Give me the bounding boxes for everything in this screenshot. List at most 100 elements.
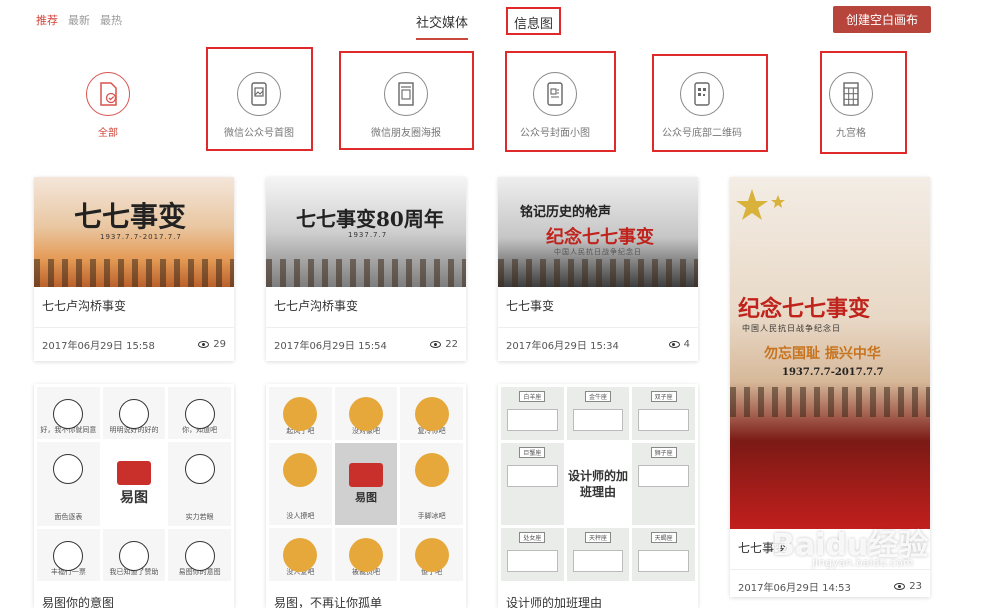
logo-icon	[116, 461, 151, 485]
grid-cell: 金牛座	[566, 387, 630, 441]
card-date: 2017年06月29日 14:53	[738, 583, 851, 594]
doc-check-icon	[86, 72, 130, 116]
card-date: 2017年06月29日 15:54	[274, 341, 387, 352]
template-thumbnail: 七七事变 1937.7.7-2017.7.7	[34, 177, 234, 287]
card-meta: 2017年06月29日 15:34 4	[498, 327, 698, 361]
grid-cell: 处女座	[501, 527, 564, 581]
grid-icon	[829, 72, 873, 116]
template-card[interactable]: 白羊座 金牛座 双子座 巨蟹座 设计师的加班理由 狮子座 处女座 天秤座 天蝎座…	[498, 384, 698, 608]
category-bottom-qr[interactable]: 公众号底部二维码	[647, 72, 757, 139]
grid-cell-center: 设计师的加班理由	[566, 443, 630, 525]
category-label: 全部	[98, 128, 118, 139]
thumbnail-line3: 勿忘国耻 振兴中华	[764, 346, 881, 362]
template-card[interactable]: 七七事变80周年 1937.7.7 七七卢沟桥事变 2017年06月29日 15…	[266, 177, 466, 361]
template-card[interactable]: 好，我不你就同意 明明说好的好的 你，知道吧 面色逐表 易图 实力若眼 丰福行一…	[34, 384, 234, 608]
category-label: 微信朋友圈海报	[371, 128, 441, 139]
cover-thumb-icon	[533, 72, 577, 116]
category-label: 微信公众号首图	[224, 128, 294, 139]
eye-icon	[668, 341, 680, 348]
create-blank-canvas-button[interactable]: 创建空白画布	[833, 6, 931, 33]
grid-cell: 好，我不你就同意	[37, 387, 100, 439]
view-count: 29	[198, 339, 226, 350]
category-label: 公众号封面小图	[520, 128, 590, 139]
thumbnail-line1: 铭记历史的枪声	[520, 205, 612, 220]
nine-grid-thumbnail: 起风了吧 没对象吧 复冷你吧 没人撩吧 易图 手脚冰吧 没人爱吧 被裁员吧 傻了…	[266, 384, 466, 584]
card-title: 易图你的意图	[42, 596, 115, 608]
thumbnail-subtitle: 1937.7.7	[348, 231, 388, 239]
grid-cell: 明明说好的好的	[102, 387, 166, 439]
thumbnail-subtitle: 1937.7.7-2017.7.7	[100, 233, 182, 241]
card-meta: 2017年06月29日 15:58 29	[34, 327, 234, 361]
grid-cell: 没对象吧	[334, 387, 398, 441]
card-date: 2017年06月29日 15:58	[42, 341, 155, 352]
category-label: 九宫格	[836, 128, 866, 139]
grid-cell: 白羊座	[501, 387, 564, 441]
card-title: 易图，不再让你孤单	[274, 596, 383, 608]
card-title: 设计师的加班理由	[506, 596, 603, 608]
category-all[interactable]: 全部	[53, 72, 163, 139]
thumbnail-line4: 1937.7.7-2017.7.7	[782, 367, 884, 378]
card-title: 七七卢沟桥事变	[274, 299, 359, 313]
bridge-illustration	[34, 259, 234, 287]
grid-cell: 天秤座	[566, 527, 630, 581]
grid-cell-logo: 易图	[102, 442, 166, 526]
tab-infographic[interactable]: 信息图	[506, 7, 562, 35]
star-icon	[736, 189, 785, 220]
template-card[interactable]: 起风了吧 没对象吧 复冷你吧 没人撩吧 易图 手脚冰吧 没人爱吧 被裁员吧 傻了…	[266, 384, 466, 608]
tab-social-media[interactable]: 社交媒体	[416, 12, 469, 40]
grid-cell: 易图你的意图	[168, 529, 231, 581]
nine-grid-thumbnail: 好，我不你就同意 明明说好的好的 你，知道吧 面色逐表 易图 实力若眼 丰福行一…	[34, 384, 234, 584]
poster-icon	[384, 72, 428, 116]
thumbnail-subtitle: 中国人民抗日战争纪念日	[554, 248, 642, 256]
grid-cell: 天蝎座	[632, 527, 695, 581]
bridge-illustration	[266, 259, 466, 287]
grid-cell: 面色逐表	[37, 442, 100, 526]
nine-grid-thumbnail: 白羊座 金牛座 双子座 巨蟹座 设计师的加班理由 狮子座 处女座 天秤座 天蝎座	[498, 384, 698, 584]
grid-cell: 被裁员吧	[334, 527, 398, 581]
grid-cell-logo: 易图	[334, 443, 398, 525]
view-count: 23	[894, 581, 922, 592]
bridge-illustration	[498, 259, 698, 287]
grid-cell: 实力若眼	[168, 442, 231, 526]
category-wechat-header[interactable]: 微信公众号首图	[204, 72, 314, 139]
thumbnail-line2: 中国人民抗日战争纪念日	[742, 324, 841, 333]
thumbnail-line1: 纪念七七事变	[738, 296, 871, 322]
card-title: 七七事变	[506, 299, 555, 313]
thumbnail-line2: 纪念七七事变	[546, 227, 654, 248]
eye-icon	[198, 341, 210, 348]
card-meta: 2017年06月29日 14:53 23	[730, 569, 930, 597]
grid-cell: 丰福行一票	[37, 529, 100, 581]
card-date: 2017年06月29日 15:34	[506, 341, 619, 352]
qr-code-icon	[680, 72, 724, 116]
phone-image-icon	[237, 72, 281, 116]
grid-cell: 我已知道了赞助	[102, 529, 166, 581]
grid-cell: 你，知道吧	[168, 387, 231, 439]
grid-cell: 双子座	[632, 387, 695, 441]
grid-cell: 狮子座	[632, 443, 695, 525]
template-thumbnail: 七七事变80周年 1937.7.7	[266, 177, 466, 287]
template-card[interactable]: 铭记历史的枪声 纪念七七事变 中国人民抗日战争纪念日 七七事变 2017年06月…	[498, 177, 698, 361]
baidu-watermark-url: jingyan.baidu.com	[812, 556, 914, 569]
bridge-illustration	[730, 387, 930, 417]
eye-icon	[894, 583, 906, 590]
eye-icon	[430, 341, 442, 348]
view-count: 22	[430, 339, 458, 350]
template-thumbnail: 铭记历史的枪声 纪念七七事变 中国人民抗日战争纪念日	[498, 177, 698, 287]
category-cover-thumbnail[interactable]: 公众号封面小图	[500, 72, 610, 139]
category-label: 公众号底部二维码	[662, 128, 742, 139]
grid-cell: 起风了吧	[269, 387, 332, 441]
thumbnail-title: 七七事变80周年	[296, 207, 444, 231]
template-card[interactable]: 七七事变 1937.7.7-2017.7.7 七七卢沟桥事变 2017年06月2…	[34, 177, 234, 361]
category-moments-poster[interactable]: 微信朋友圈海报	[351, 72, 461, 139]
grid-cell: 手脚冰吧	[400, 443, 463, 525]
category-nine-grid[interactable]: 九宫格	[796, 72, 906, 139]
grid-cell: 复冷你吧	[400, 387, 463, 441]
grid-cell: 没人撩吧	[269, 443, 332, 525]
view-count: 4	[668, 339, 690, 350]
card-meta: 2017年06月29日 15:54 22	[266, 327, 466, 361]
card-title: 七七卢沟桥事变	[42, 299, 127, 313]
grid-cell: 巨蟹座	[501, 443, 564, 525]
logo-icon	[348, 462, 383, 487]
grid-cell: 傻了吧	[400, 527, 463, 581]
thumbnail-title: 七七事变	[74, 200, 187, 233]
